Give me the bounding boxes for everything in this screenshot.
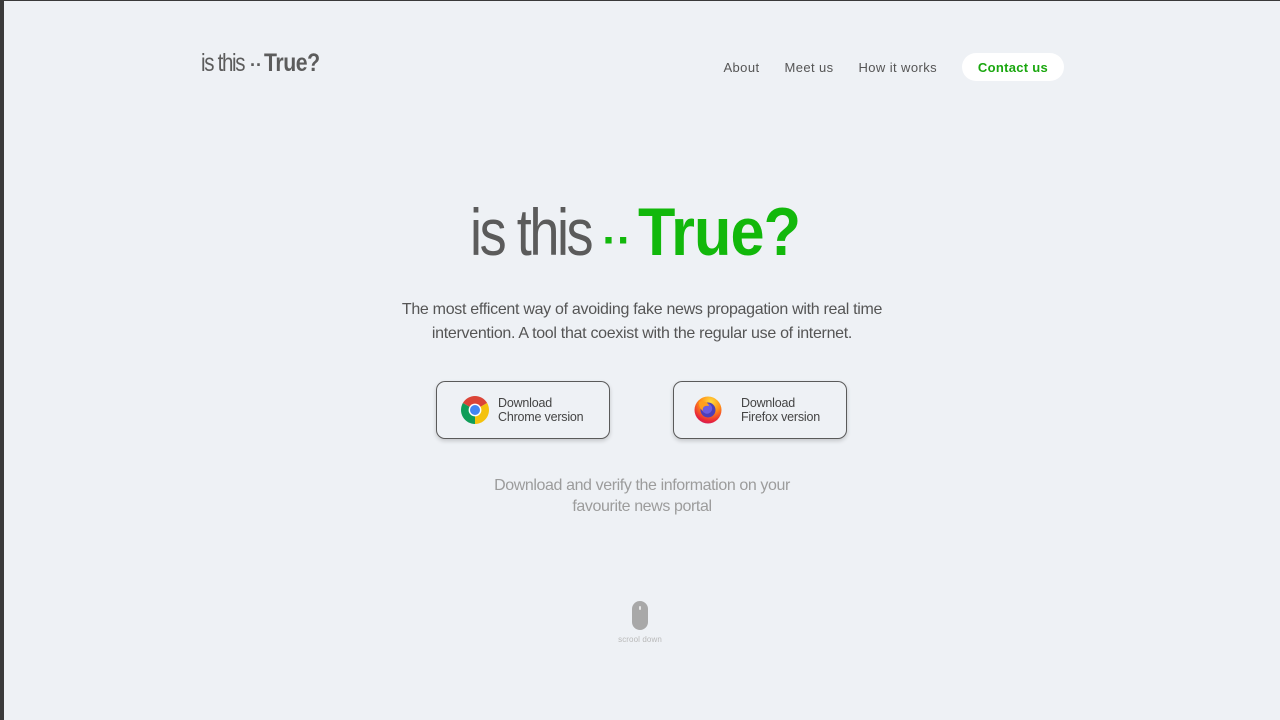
scroll-down-label: scrool down	[618, 635, 662, 644]
nav-link-about[interactable]: About	[723, 60, 759, 75]
scroll-down-indicator[interactable]: scrool down	[616, 601, 664, 644]
hero-title: is this ·· True?	[4, 198, 1280, 266]
header-logo[interactable]: is this ·· True?	[201, 51, 330, 76]
chrome-icon	[461, 396, 489, 424]
top-nav: About Meet us How it works Contact us	[723, 53, 1064, 81]
logo-dots: ··	[250, 55, 262, 75]
download-firefox-line-2: Firefox version	[741, 410, 820, 424]
download-firefox-button[interactable]: Download Firefox version	[673, 381, 847, 439]
tagline-line-2: intervention. A tool that coexist with t…	[431, 325, 853, 342]
hero-title-true: True?	[637, 194, 801, 270]
tagline-line-1: The most efficent way of avoiding fake n…	[401, 301, 883, 318]
logo-text-true: True?	[264, 49, 320, 77]
download-firefox-label: Download Firefox version	[741, 396, 820, 424]
hero-tagline: The most efficent way of avoiding fake n…	[4, 298, 1280, 346]
download-chrome-line-1: Download	[498, 396, 552, 410]
contact-us-button[interactable]: Contact us	[962, 53, 1064, 81]
hero-title-is-this: is this	[470, 195, 594, 269]
logo-text-is-this: is this	[201, 49, 246, 77]
download-chrome-line-2: Chrome version	[498, 410, 584, 424]
download-chrome-button[interactable]: Download Chrome version	[436, 381, 610, 439]
nav-link-meet-us[interactable]: Meet us	[784, 60, 833, 75]
download-firefox-line-1: Download	[741, 396, 795, 410]
nav-link-how-it-works[interactable]: How it works	[859, 60, 937, 75]
hero-title-dots: ··	[602, 216, 632, 265]
mouse-icon	[632, 601, 648, 630]
firefox-icon	[694, 396, 722, 424]
subtext-line-2: favourite news portal	[572, 498, 712, 515]
hero-subtext: Download and verify the information on y…	[4, 475, 1280, 517]
landing-page: is this ·· True? About Meet us How it wo…	[4, 1, 1280, 720]
subtext-line-1: Download and verify the information on y…	[494, 477, 790, 494]
download-chrome-label: Download Chrome version	[498, 396, 584, 424]
